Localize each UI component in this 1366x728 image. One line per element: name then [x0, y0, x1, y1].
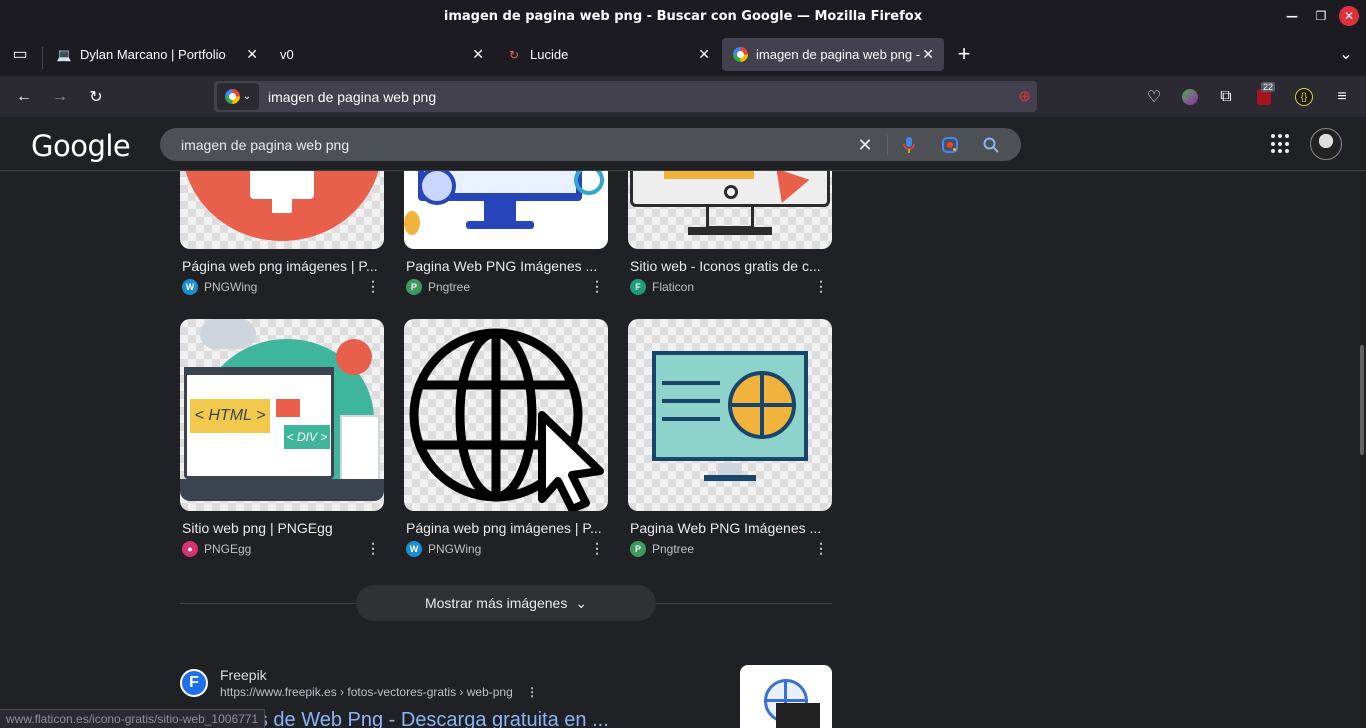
image-thumbnail[interactable] — [628, 319, 832, 511]
menu-icon[interactable]: ≡ — [1329, 84, 1355, 110]
minimize-icon[interactable]: — — [1282, 6, 1302, 26]
tab-close-icon[interactable]: ✕ — [698, 46, 710, 63]
more-options-icon[interactable]: ⋮ — [814, 540, 828, 557]
search-input[interactable]: imagen de pagina web png — [181, 137, 349, 153]
result-url[interactable]: https://www.freepik.es › fotos-vectores-… — [220, 685, 538, 699]
tab-v0[interactable]: v0 ✕ — [270, 38, 494, 71]
link-status-bar: www.flaticon.es/icono-gratis/sitio-web_1… — [0, 709, 266, 728]
laptop-icon: 💻 — [56, 47, 72, 62]
image-source[interactable]: W PNGWing ⋮ — [404, 540, 608, 557]
image-thumbnail[interactable] — [404, 319, 608, 511]
image-source[interactable]: W PNGWing ⋮ — [180, 278, 384, 295]
source-label: PNGEgg — [204, 542, 252, 556]
close-window-icon[interactable]: ✕ — [1339, 6, 1359, 26]
pngtree-icon: P — [406, 279, 422, 295]
tab-google-search[interactable]: imagen de pagina web png - ✕ — [722, 38, 944, 71]
pocket-icon[interactable]: ♡ — [1141, 84, 1167, 110]
window-titlebar: imagen de pagina web png - Buscar con Go… — [0, 0, 1366, 33]
freepik-icon[interactable]: F — [180, 669, 208, 697]
window-title: imagen de pagina web png - Buscar con Go… — [443, 9, 923, 24]
result-url-text: https://www.freepik.es › fotos-vectores-… — [220, 685, 513, 699]
more-options-icon[interactable]: ⋮ — [590, 278, 604, 295]
image-thumbnail[interactable]: < HTML > < DIV > — [180, 319, 384, 511]
page-scrollbar[interactable] — [1360, 345, 1364, 455]
pngwing-icon: W — [182, 279, 198, 295]
maximize-icon[interactable]: ❐ — [1311, 6, 1331, 26]
chevron-down-icon: ⌄ — [575, 594, 588, 611]
image-title[interactable]: Sitio web - Iconos gratis de c... — [628, 258, 832, 274]
more-options-icon[interactable]: ⋮ — [590, 540, 604, 557]
image-title[interactable]: Página web png imágenes | P... — [404, 520, 608, 536]
tab-label: imagen de pagina web png - — [756, 47, 921, 62]
source-label: PNGWing — [428, 542, 482, 556]
reload-icon[interactable]: ↻ — [83, 84, 109, 110]
tab-portfolio[interactable]: 💻 Dylan Marcano | Portfolio ✕ — [46, 38, 268, 71]
pngtree-icon: P — [630, 541, 646, 557]
tab-label: Dylan Marcano | Portfolio — [80, 47, 226, 62]
google-icon — [224, 89, 240, 104]
clear-icon[interactable]: ✕ — [855, 135, 875, 155]
ublock-icon[interactable]: 22 — [1251, 82, 1277, 110]
tab-close-icon[interactable]: ✕ — [922, 46, 934, 63]
search-results: Página web png imágenes | P... W PNGWing… — [0, 171, 1366, 728]
chevron-down-icon: ⌄ — [242, 91, 252, 102]
result-thumbnail[interactable] — [740, 665, 832, 728]
image-thumbnail[interactable] — [628, 171, 832, 249]
apps-grid-icon[interactable] — [1271, 134, 1291, 154]
google-icon — [732, 47, 748, 63]
json-viewer-icon[interactable]: {} — [1291, 84, 1317, 110]
source-label: Pngtree — [652, 542, 695, 556]
google-header: Google imagen de pagina web png ✕ — [0, 117, 1366, 171]
pngwing-icon: W — [406, 541, 422, 557]
more-options-icon[interactable]: ⋮ — [366, 540, 380, 557]
image-title[interactable]: Pagina Web PNG Imágenes ... — [628, 520, 832, 536]
extensions-badge: 22 — [1261, 82, 1276, 92]
google-search-box[interactable]: imagen de pagina web png ✕ — [160, 128, 1021, 161]
globe-blocked-icon[interactable]: ⊕ — [1018, 87, 1031, 105]
more-options-icon[interactable]: ⋮ — [814, 278, 828, 295]
image-source[interactable]: F Flaticon ⋮ — [628, 278, 832, 295]
url-bar[interactable]: ⌄ imagen de pagina web png ⊕ — [214, 81, 1037, 112]
image-title[interactable]: Sitio web png | PNGEgg — [180, 520, 384, 536]
result-site-name[interactable]: Freepik — [220, 667, 267, 683]
image-thumbnail[interactable] — [180, 171, 384, 249]
image-source[interactable]: ● PNGEgg ⋮ — [180, 540, 384, 557]
google-logo[interactable]: Google — [31, 129, 131, 163]
tab-label: v0 — [280, 47, 294, 62]
camera-lens-icon[interactable] — [940, 135, 960, 155]
flaticon-icon: F — [630, 279, 646, 295]
source-label: Pngtree — [428, 280, 471, 294]
show-more-images-button[interactable]: Mostrar más imágenes ⌄ — [356, 585, 656, 621]
user-avatar[interactable] — [1310, 128, 1342, 160]
more-options-icon[interactable]: ⋮ — [526, 685, 538, 699]
url-input[interactable]: imagen de pagina web png — [268, 89, 436, 105]
microphone-icon[interactable] — [899, 135, 919, 155]
navigation-toolbar: ← → ↻ ⌄ imagen de pagina web png ⊕ ♡ ⧉ 2… — [0, 76, 1366, 117]
tab-list-icon[interactable]: ▭ — [7, 41, 33, 67]
new-tab-icon[interactable]: + — [951, 41, 977, 67]
forward-icon[interactable]: → — [47, 84, 73, 110]
image-title[interactable]: Página web png imágenes | P... — [180, 258, 384, 274]
source-label: Flaticon — [652, 280, 695, 294]
image-thumbnail[interactable] — [404, 171, 608, 249]
more-options-icon[interactable]: ⋮ — [366, 278, 380, 295]
image-source[interactable]: P Pngtree ⋮ — [628, 540, 832, 557]
show-more-label: Mostrar más imágenes — [424, 595, 568, 611]
tab-close-icon[interactable]: ✕ — [472, 46, 484, 63]
chevron-down-icon[interactable]: ⌄ — [1333, 41, 1359, 67]
search-engine-selector[interactable]: ⌄ — [217, 83, 259, 110]
back-icon[interactable]: ← — [11, 84, 37, 110]
tab-strip: ▭ 💻 Dylan Marcano | Portfolio ✕ v0 ✕ ↻ L… — [0, 33, 1366, 76]
lucide-icon: ↻ — [508, 47, 520, 62]
account-avatar-icon[interactable] — [1177, 84, 1203, 110]
search-icon[interactable] — [981, 135, 1001, 155]
pngegg-icon: ● — [182, 541, 198, 557]
tab-lucide[interactable]: ↻ Lucide ✕ — [496, 38, 720, 71]
image-source[interactable]: P Pngtree ⋮ — [404, 278, 608, 295]
tab-close-icon[interactable]: ✕ — [246, 46, 258, 63]
image-title[interactable]: Pagina Web PNG Imágenes ... — [404, 258, 608, 274]
source-label: PNGWing — [204, 280, 258, 294]
tab-label: Lucide — [530, 47, 569, 62]
extensions-icon[interactable]: ⧉ — [1213, 84, 1239, 110]
